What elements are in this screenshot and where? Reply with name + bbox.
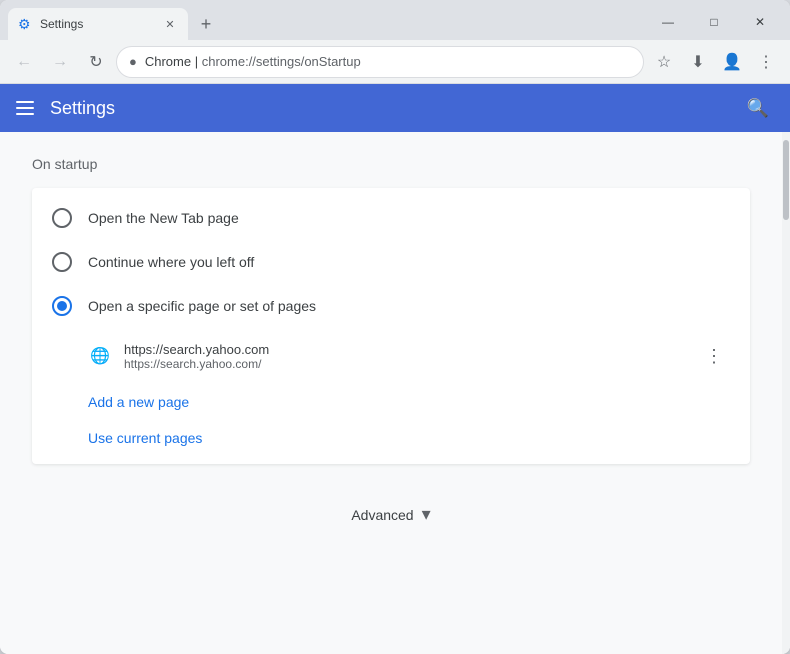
scrollbar[interactable] [782,132,790,654]
page-url-sub: https://search.yahoo.com/ [124,357,686,371]
menu-button[interactable]: ⋮ [750,46,782,78]
minimize-button[interactable]: — [646,8,690,36]
reload-button[interactable]: ↻ [80,46,112,78]
settings-main: PC On startup Open the New Tab page Cont… [0,132,782,654]
advanced-label: Advanced [351,507,413,523]
continue-where-left-label: Continue where you left off [88,254,254,270]
globe-icon: 🌐 [88,344,112,368]
maximize-button[interactable]: □ [692,8,736,36]
startup-section-title: On startup [32,156,750,172]
profile-button[interactable]: 👤 [716,46,748,78]
browser-window: ⚙ Settings ✕ + — □ ✕ ← → ↻ ● Chrome | ch… [0,0,790,654]
tab-area: ⚙ Settings ✕ + [8,8,646,40]
url-path: chrome://settings/onStartup [202,54,361,69]
radio-selected-dot [57,301,67,311]
url-domain: Chrome [145,54,191,69]
url-separator: | [195,54,202,69]
address-bar: ← → ↻ ● Chrome | chrome://settings/onSta… [0,40,790,84]
settings-page-title: Settings [50,98,115,119]
settings-header-left: Settings [16,98,115,119]
hamburger-line-3 [16,113,34,115]
settings-header: Settings 🔍 [0,84,790,132]
startup-options-card: Open the New Tab page Continue where you… [32,188,750,464]
title-bar: ⚙ Settings ✕ + — □ ✕ [0,0,790,40]
continue-where-left-option[interactable]: Continue where you left off [32,240,750,284]
page-url-title: https://search.yahoo.com [124,342,686,357]
new-tab-button[interactable]: + [192,10,220,38]
toolbar-icons: ☆ ⬇ 👤 ⋮ [648,46,782,78]
open-specific-page-option[interactable]: Open a specific page or set of pages [32,284,750,328]
hamburger-line-2 [16,107,34,109]
open-new-tab-radio[interactable] [52,208,72,228]
use-current-pages-link[interactable]: Use current pages [32,420,750,456]
forward-button[interactable]: → [44,46,76,78]
continue-where-left-radio[interactable] [52,252,72,272]
tab-favicon-icon: ⚙ [18,16,34,32]
close-button[interactable]: ✕ [738,8,782,36]
hamburger-menu-button[interactable] [16,101,34,115]
lock-icon: ● [129,54,137,69]
page-info: https://search.yahoo.com https://search.… [124,342,686,371]
window-controls: — □ ✕ [646,8,782,36]
active-tab[interactable]: ⚙ Settings ✕ [8,8,188,40]
url-text: Chrome | chrome://settings/onStartup [145,54,631,69]
url-bar[interactable]: ● Chrome | chrome://settings/onStartup [116,46,644,78]
settings-content: PC On startup Open the New Tab page Cont… [0,132,790,654]
scrollbar-thumb[interactable] [783,140,789,220]
tab-close-button[interactable]: ✕ [162,16,178,32]
hamburger-line-1 [16,101,34,103]
advanced-arrow-icon: ▾ [422,504,431,525]
settings-search-button[interactable]: 🔍 [742,92,774,124]
open-new-tab-label: Open the New Tab page [88,210,239,226]
startup-pages-list: 🌐 https://search.yahoo.com https://searc… [32,328,750,384]
open-specific-page-label: Open a specific page or set of pages [88,298,316,314]
page-menu-button[interactable]: ⋮ [698,340,730,372]
add-new-page-link[interactable]: Add a new page [32,384,750,420]
open-specific-page-radio[interactable] [52,296,72,316]
tab-title: Settings [40,17,156,31]
startup-page-item: 🌐 https://search.yahoo.com https://searc… [88,332,730,380]
download-button[interactable]: ⬇ [682,46,714,78]
back-button[interactable]: ← [8,46,40,78]
advanced-section: Advanced ▾ [32,488,750,541]
open-new-tab-option[interactable]: Open the New Tab page [32,196,750,240]
bookmark-button[interactable]: ☆ [648,46,680,78]
